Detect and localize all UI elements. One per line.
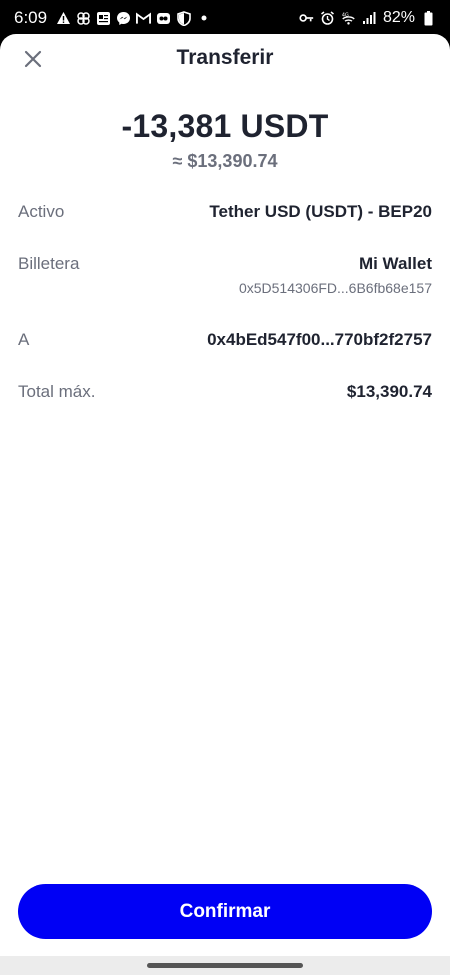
app-icon (156, 11, 171, 26)
recipient-label: A (18, 330, 30, 349)
recipient-row: A 0x4bEd547f00...770bf2f2757 (18, 330, 432, 382)
wallet-address: 0x5D514306FD...6B6fb68e157 (238, 280, 432, 296)
wallet-name: Mi Wallet (358, 254, 432, 273)
total-value: $13,390.74 (346, 382, 432, 401)
alert-icon (56, 11, 71, 26)
wifi-4g-icon: 4G (341, 11, 356, 26)
page-title: Transferir (176, 46, 274, 69)
system-nav-bar (0, 956, 450, 975)
sheet-header: Transferir (0, 34, 450, 86)
recipient-address: 0x4bEd547f00...770bf2f2757 (207, 330, 432, 349)
status-bar: 6:09 4G 82% (0, 0, 450, 36)
shield-icon (176, 10, 191, 26)
alarm-icon (320, 10, 335, 26)
transfer-sheet: Transferir -13,381 USDT ≈ $13,390.74 Act… (0, 34, 450, 956)
fiat-equivalent: ≈ $13,390.74 (172, 151, 278, 171)
asset-value: Tether USD (USDT) - BEP20 (209, 202, 432, 221)
wallet-label: Billetera (18, 254, 80, 273)
confirm-button[interactable]: Confirmar (18, 884, 432, 939)
messenger-icon (116, 11, 131, 26)
amount-summary: -13,381 USDT ≈ $13,390.74 (0, 108, 450, 172)
status-right: 4G 82% (299, 9, 436, 27)
home-indicator[interactable] (147, 963, 303, 968)
news-icon (96, 11, 111, 26)
status-left: 6:09 (14, 8, 211, 28)
battery-icon (421, 10, 436, 26)
transfer-amount: -13,381 USDT (121, 108, 329, 144)
svg-text:4G: 4G (342, 12, 349, 18)
details-list: Activo Tether USD (USDT) - BEP20 Billete… (0, 202, 450, 434)
signal-icon (362, 11, 377, 26)
total-row: Total máx. $13,390.74 (18, 382, 432, 434)
pinwheel-icon (76, 11, 91, 26)
total-label: Total máx. (18, 382, 96, 401)
dot-icon (196, 11, 211, 26)
gmail-icon (136, 11, 152, 26)
wallet-info: Mi Wallet 0x5D514306FD...6B6fb68e157 (239, 254, 432, 296)
key-icon (299, 11, 314, 26)
asset-label: Activo (18, 202, 65, 221)
battery-percent: 82% (382, 9, 415, 26)
asset-row: Activo Tether USD (USDT) - BEP20 (18, 202, 432, 254)
status-time: 6:09 (14, 8, 48, 27)
wallet-row: Billetera Mi Wallet 0x5D514306FD...6B6fb… (18, 254, 432, 330)
